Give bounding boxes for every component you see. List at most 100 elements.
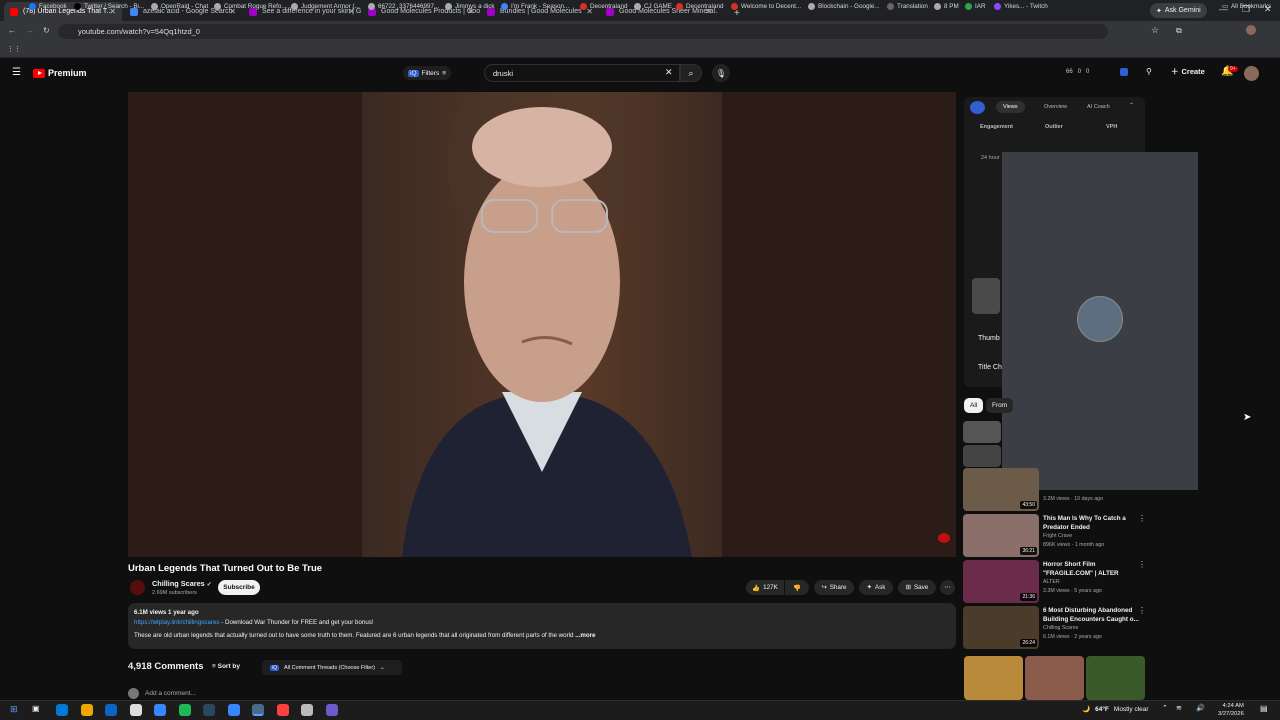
shorts-thumb-1[interactable] (964, 656, 1023, 700)
ask-button[interactable]: ✦ Ask (859, 580, 893, 595)
clear-search-icon[interactable]: ✕ (665, 67, 673, 78)
extension-pin-icon[interactable]: ⚲ (1146, 67, 1152, 76)
outlook-icon[interactable] (105, 704, 117, 716)
copilot-icon[interactable] (56, 704, 68, 716)
channel-watermark-icon[interactable] (938, 533, 950, 543)
bookmark-item[interactable]: IAR (965, 3, 986, 10)
bookmark-item[interactable]: I'm Frank - Season... (501, 3, 569, 10)
create-button[interactable]: ＋ Create (1171, 66, 1205, 77)
tray-overflow-icon[interactable]: ⌃ (1162, 704, 1168, 712)
channel-avatar[interactable] (130, 580, 145, 595)
collapse-icon[interactable]: ⌃ (1129, 102, 1134, 109)
comment-thread-filter[interactable]: iQ All Comment Threads (Choose Filter) ⌄ (262, 660, 402, 675)
add-comment-input[interactable]: Add a comment... (128, 688, 196, 699)
bookmark-item[interactable]: CJ GAME (634, 3, 672, 10)
rec-more-icon[interactable]: ⋮ (1138, 560, 1146, 569)
rec-thumbnail[interactable]: 36:21 (963, 514, 1039, 557)
filters-button[interactable]: iQ Filters ≡ (403, 66, 451, 80)
all-bookmarks-button[interactable]: ▭ All Bookmarks (1222, 3, 1271, 10)
tab-views[interactable]: Views (996, 101, 1025, 113)
system-clock[interactable]: 4:24 AM 3/27/2026 (1218, 702, 1244, 718)
discord-icon[interactable] (325, 704, 338, 716)
description-link[interactable]: https://wtplay.link/chillingscares (134, 619, 220, 626)
rec-channel[interactable]: Fright Crave (1043, 533, 1072, 539)
reload-icon[interactable]: ↻ (43, 26, 50, 35)
menu-icon[interactable]: ☰ (12, 67, 21, 78)
bookmark-item[interactable]: 66722_3376446997... (368, 3, 439, 10)
rec-thumbnail[interactable]: 26:24 (963, 606, 1039, 649)
rec-title[interactable]: 6 Most Disturbing Abandoned Building Enc… (1043, 607, 1139, 624)
shorts-thumb-2[interactable] (1025, 656, 1084, 700)
bookmark-item[interactable]: 8 PM (934, 3, 959, 10)
rec-channel[interactable]: ALTER (1043, 579, 1060, 585)
video-player[interactable] (128, 92, 956, 557)
channel-name[interactable]: Chilling Scares ✔ (152, 579, 212, 588)
time-range-label[interactable]: 24 hour (981, 155, 1000, 161)
rec-thumbnail[interactable]: 43:50 (963, 468, 1039, 511)
youtube-logo[interactable]: Premium (33, 68, 87, 78)
extensions-icon[interactable]: ⧉ (1176, 26, 1182, 36)
bookmark-item[interactable]: Facebook (29, 3, 67, 10)
bookmark-item[interactable]: Jimmys a dick (445, 3, 495, 10)
bookmark-star-icon[interactable]: ☆ (1151, 25, 1159, 36)
volume-icon[interactable]: 🔊 (1196, 704, 1205, 712)
steam-icon[interactable] (178, 704, 191, 716)
rec-channel[interactable]: Chilling Scares (1043, 625, 1078, 631)
bookmark-item[interactable]: Combat Rogue Refo... (214, 3, 287, 10)
ask-gemini-button[interactable]: ✦ Ask Gemini (1150, 3, 1207, 18)
chrome-active-icon[interactable] (252, 704, 264, 716)
weather-widget[interactable]: 🌙 64°F Mostly clear (1082, 705, 1149, 714)
vidiq-icon[interactable] (1120, 68, 1128, 76)
bookmark-item[interactable]: Welcome to Decent... (731, 3, 801, 10)
back-icon[interactable]: ← (8, 26, 16, 35)
tab-ai-coach[interactable]: AI Coach (1080, 101, 1117, 113)
file-explorer-icon[interactable] (80, 704, 93, 716)
bookmark-item[interactable]: OpenRaid - Chat (151, 3, 208, 10)
wifi-icon[interactable]: ≋ (1176, 704, 1182, 712)
like-button[interactable]: 👍 127K (746, 580, 784, 595)
apps-icon[interactable]: ⋮⋮ (7, 45, 21, 53)
subscribe-button[interactable]: Subscribe (218, 580, 260, 595)
rec-title[interactable]: Horror Short Film "FRAGILE.COM" | ALTER (1043, 561, 1139, 578)
profile-avatar[interactable] (1246, 25, 1256, 35)
rec-title[interactable]: This Man Is Why To Catch a Predator Ende… (1043, 515, 1139, 532)
bookmark-item[interactable]: Decentraland (580, 3, 627, 10)
chrome-icon[interactable] (154, 704, 166, 716)
save-button[interactable]: ⊞ Save (898, 580, 936, 595)
task-view-icon[interactable]: ▣ (32, 704, 40, 713)
voice-search-button[interactable]: 🎙 (712, 64, 730, 82)
sort-by-button[interactable]: ≡ Sort by (212, 663, 240, 670)
rec-thumbnail[interactable]: 21:36 (963, 560, 1039, 603)
bookmark-item[interactable]: Decentraland (676, 3, 723, 10)
start-icon[interactable]: ⊞ (10, 704, 18, 715)
more-actions-button[interactable]: ⋯ (940, 580, 955, 595)
bookmark-item[interactable]: Blockchain - Google... (808, 3, 880, 10)
tab-overview[interactable]: Overview (1037, 101, 1074, 113)
chip-all[interactable]: All (964, 398, 984, 413)
steam-beta-icon[interactable] (227, 704, 240, 716)
shorts-thumb-3[interactable] (1086, 656, 1145, 700)
search-button[interactable]: ⌕ (680, 64, 702, 82)
obs-icon[interactable] (301, 704, 313, 716)
show-more-link[interactable]: ...more (575, 632, 595, 639)
forward-icon[interactable]: → (26, 26, 34, 35)
search-input[interactable]: druski (484, 64, 680, 82)
rec-thumb-hidden-1[interactable] (963, 421, 1001, 443)
account-avatar[interactable] (1244, 66, 1259, 81)
rec-thumb-hidden-2[interactable] (963, 445, 1001, 467)
rec-more-icon[interactable]: ⋮ (1138, 514, 1146, 523)
thumbnail-row-label[interactable]: Thumb (978, 335, 1000, 342)
app-red-icon[interactable] (276, 704, 289, 716)
video-description[interactable]: 6.1M views 1 year ago https://wtplay.lin… (128, 603, 956, 649)
title-row-label[interactable]: Title Ch (978, 364, 1002, 371)
bookmark-item[interactable]: Translation (887, 3, 928, 10)
share-button[interactable]: ↪ Share (814, 580, 854, 595)
dislike-button[interactable]: 👎 (785, 580, 809, 595)
store-icon[interactable] (129, 704, 142, 716)
address-bar[interactable]: youtube.com/watch?v=54Qq1htzd_0 (58, 24, 1108, 39)
chip-from[interactable]: From (986, 398, 1014, 413)
spotify-icon[interactable] (203, 704, 215, 716)
bookmark-item[interactable]: Judgement Armor (... (291, 3, 360, 10)
rec-more-icon[interactable]: ⋮ (1138, 606, 1146, 615)
bookmark-item[interactable]: Twitter / Search - Bi... (74, 3, 144, 10)
